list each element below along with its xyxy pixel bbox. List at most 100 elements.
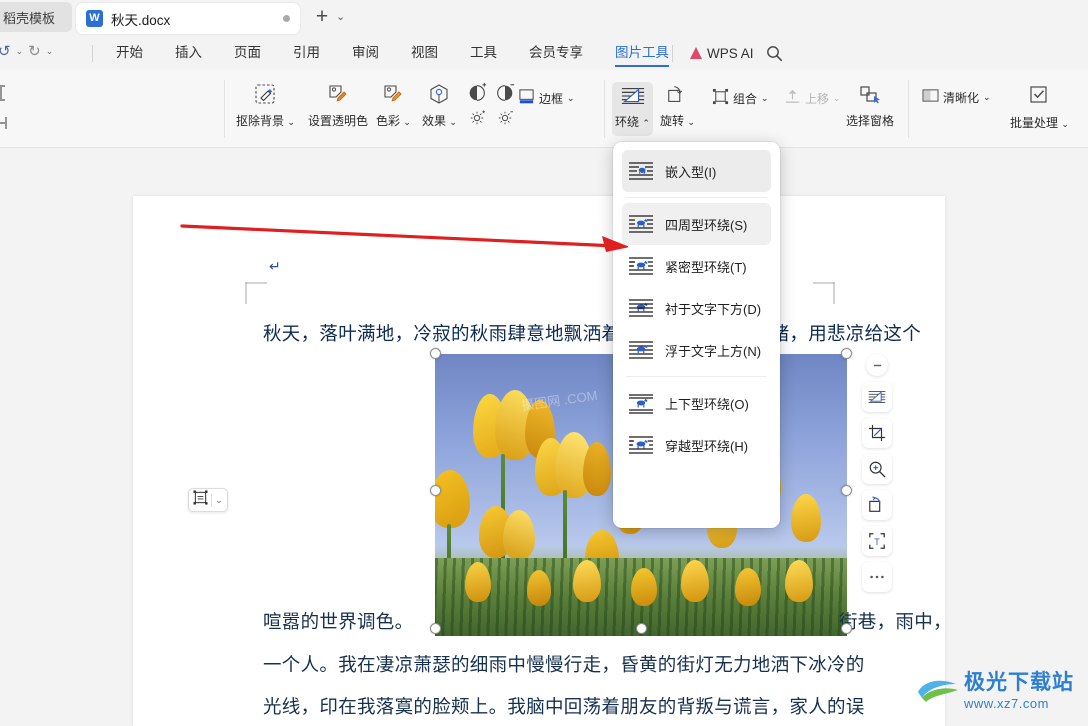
batch-process-icon <box>1027 84 1051 111</box>
wrap-menu-item-inline[interactable]: 嵌入型(I) <box>622 150 771 192</box>
document-line-4: 光线，印在我落寞的脸颊上。我脑中回荡着朋友的背叛与谎言，家人的误 <box>263 698 865 718</box>
wrap-square-icon <box>628 213 654 235</box>
wrap-front-icon <box>628 339 654 361</box>
wrap-menu-item-behind-text[interactable]: 衬于文字下方(D) <box>622 287 771 329</box>
menu-item-view[interactable]: 视图 <box>395 36 454 70</box>
group-button[interactable]: 组合 ⌄ <box>712 88 769 108</box>
picture-tools-ribbon: 6.33厘米 ⌃⌄ 9.48厘米 ⌃⌄ ✓ 锁定纵横比 重设大小 抠除背景 ⌄ <box>0 70 1088 207</box>
wrap-menu-item-top-bottom[interactable]: 上下型环绕(O) <box>622 382 771 424</box>
effects-button[interactable]: 效果 ⌄ <box>422 82 457 129</box>
color-icon <box>381 82 405 109</box>
text-select-button[interactable]: T <box>862 526 892 556</box>
set-transparent-color-button[interactable]: 设置透明色 <box>308 82 368 129</box>
wrap-menu-item-tight[interactable]: 紧密型环绕(T) <box>622 245 771 287</box>
height-icon <box>0 84 8 107</box>
menu-item-reference[interactable]: 引用 <box>277 36 336 70</box>
redo-icon[interactable]: ↻ <box>26 42 43 60</box>
move-up-label: 上移 <box>805 91 830 106</box>
annotation-arrow <box>180 224 628 252</box>
selection-pane-button[interactable]: 选择窗格 <box>846 84 894 129</box>
group-icon <box>712 88 729 108</box>
move-up-button[interactable]: 上移 ⌄ <box>784 88 841 108</box>
wrap-menu-item-in-front-of-text[interactable]: 浮于文字上方(N) <box>622 329 771 371</box>
menu-item-page[interactable]: 页面 <box>218 36 277 70</box>
tulip-flower <box>573 560 601 602</box>
document-tab[interactable]: W 秋天.docx <box>76 3 300 34</box>
search-icon[interactable] <box>766 45 783 67</box>
selection-pane-label: 选择窗格 <box>846 114 895 128</box>
tab-list-chevron-icon[interactable]: ⌄ <box>336 10 345 23</box>
wrap-menu-label-square: 四周型环绕(S) <box>665 217 748 233</box>
document-line-2-right: 街巷，雨中， <box>839 613 945 633</box>
paragraph-mark: ↵ <box>269 258 281 274</box>
wrap-text-dropdown-menu[interactable]: 嵌入型(I) 四周型环绕(S) 紧密型环绕(T) 衬于文字下方(D) 浮于文字上… <box>613 142 780 528</box>
layout-options-chevron-icon[interactable]: ⌄ <box>215 495 223 506</box>
undo-chevron-icon[interactable]: ⌄ <box>16 46 24 57</box>
text-margin-mark-top-left <box>245 282 269 306</box>
wps-ai-button[interactable]: WPS AI <box>690 36 754 70</box>
tulip-flower <box>465 562 491 602</box>
wrap-text-float-button[interactable] <box>862 382 892 412</box>
resize-handle-middle-left[interactable] <box>430 485 441 496</box>
ribbon-sep-2 <box>604 80 605 138</box>
resize-handle-bottom-center[interactable] <box>636 623 647 634</box>
new-tab-button[interactable]: + <box>310 6 334 30</box>
resize-handle-top-right[interactable] <box>841 348 852 359</box>
vertical-scrollbar[interactable] <box>1078 178 1088 726</box>
wrap-text-icon <box>621 85 645 110</box>
layout-options-mini-toolbar[interactable]: ⌄ <box>188 488 228 512</box>
brightness-decrease-label <box>496 110 514 129</box>
document-line-1: 秋天，落叶满地，冷寂的秋雨肆意地飘洒着，渲染着悲伤的情绪，用悲凉给这个 <box>263 325 922 345</box>
picture-border-button[interactable]: 边框 ⌄ <box>518 88 575 108</box>
color-button[interactable]: 色彩 ⌄ <box>376 82 411 129</box>
brightness-increase-label <box>468 110 486 129</box>
collapse-toolbar-button[interactable] <box>866 354 888 376</box>
rotate-icon <box>666 84 688 109</box>
wrap-inline-icon <box>628 160 654 182</box>
wrap-menu-item-square[interactable]: 四周型环绕(S) <box>622 203 771 245</box>
quick-access-more-chevron-icon[interactable]: ⌄ <box>46 46 54 57</box>
sharpen-icon <box>922 88 939 106</box>
picture-border-icon <box>518 88 535 108</box>
menu-item-review[interactable]: 审阅 <box>336 36 395 70</box>
resize-handle-bottom-right[interactable] <box>841 623 852 634</box>
resize-handle-bottom-left[interactable] <box>430 623 441 634</box>
menu-item-start[interactable]: 开始 <box>100 36 159 70</box>
brightness-up-button[interactable] <box>466 82 488 129</box>
undo-icon[interactable]: ↺ <box>0 42 13 60</box>
rotate-label: 旋转 ⌄ <box>660 114 695 128</box>
color-label: 色彩 ⌄ <box>376 114 411 128</box>
batch-process-button[interactable]: 批量处理 ⌄ <box>1010 84 1069 131</box>
sharpen-button[interactable]: 清晰化 ⌄ <box>922 88 991 106</box>
crop-button[interactable] <box>862 418 892 448</box>
wrap-menu-item-through[interactable]: 穿越型环绕(H) <box>622 424 771 466</box>
wrap-menu-label-behind-text: 衬于文字下方(D) <box>665 301 762 317</box>
zoom-in-button[interactable] <box>862 454 892 484</box>
tulip-flower <box>735 568 761 606</box>
brightness-decrease-icon <box>494 82 516 107</box>
template-tab[interactable]: 稻壳模板 <box>0 2 72 32</box>
more-options-button[interactable] <box>862 562 892 592</box>
wrap-menu-divider-1 <box>626 197 767 198</box>
tulip-flower <box>681 560 709 602</box>
ribbon-sep-1 <box>224 80 225 138</box>
wrap-menu-label-tight: 紧密型环绕(T) <box>665 259 747 275</box>
wrap-text-button[interactable]: 环绕 ⌃ <box>615 85 650 130</box>
resize-handle-top-left[interactable] <box>430 348 441 359</box>
wrap-menu-label-through: 穿越型环绕(H) <box>665 438 749 454</box>
brightness-down-button[interactable] <box>494 82 516 129</box>
effects-icon <box>427 82 451 109</box>
menu-item-member[interactable]: 会员专享 <box>513 36 599 70</box>
rotate-button[interactable]: 旋转 ⌄ <box>660 84 695 129</box>
menu-item-tools[interactable]: 工具 <box>454 36 513 70</box>
rotate-button[interactable] <box>862 490 892 520</box>
selection-pane-icon <box>858 84 882 109</box>
wps-writer-icon: W <box>86 10 103 27</box>
menu-item-insert[interactable]: 插入 <box>159 36 218 70</box>
tulip-flower <box>631 568 657 606</box>
document-page[interactable]: ↵ 秋天，落叶满地，冷寂的秋雨肆意地飘洒着，渲染着悲伤的情绪，用悲凉给这个 摄图… <box>133 196 945 726</box>
remove-background-button[interactable]: 抠除背景 ⌄ <box>236 82 295 129</box>
width-icon <box>0 114 8 137</box>
layout-options-icon[interactable] <box>193 490 208 510</box>
resize-handle-middle-right[interactable] <box>841 485 852 496</box>
